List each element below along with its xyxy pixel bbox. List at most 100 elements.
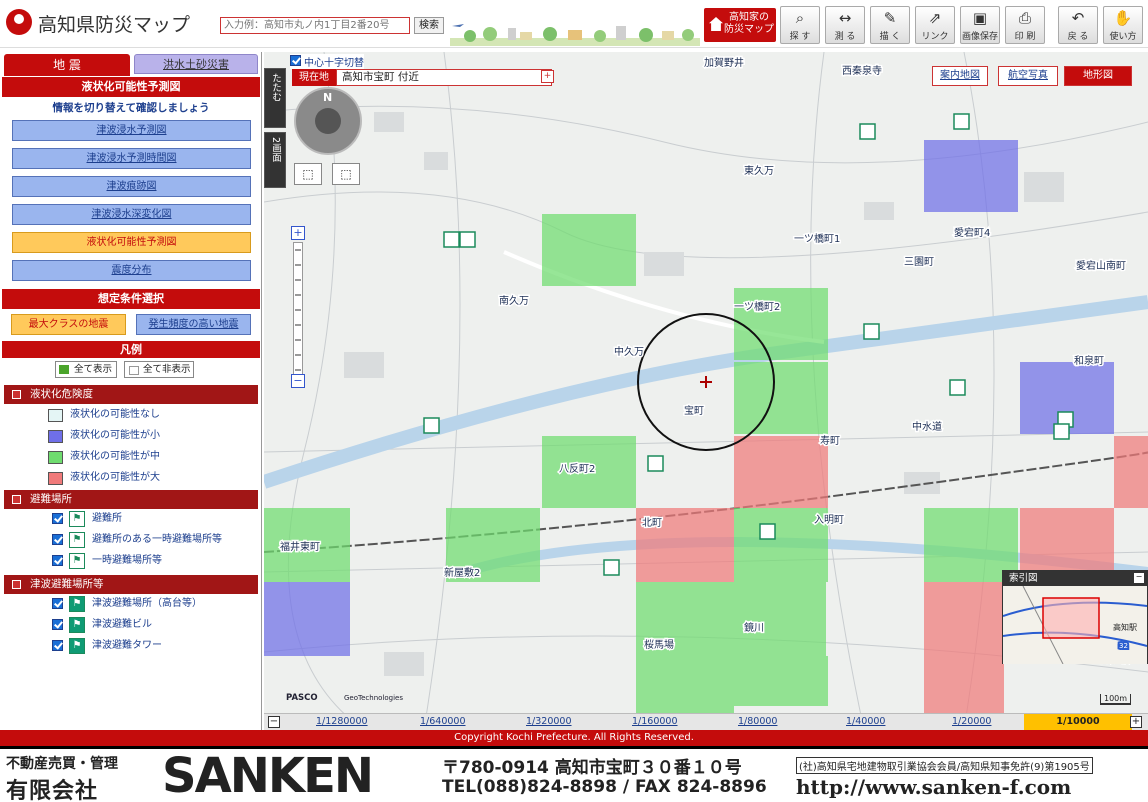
shelter-marker-icon[interactable]: [647, 455, 664, 472]
shelter-marker-icon[interactable]: [1053, 423, 1070, 440]
split-view-tab[interactable]: 2画面: [264, 132, 286, 188]
map-viewport[interactable]: 加賀野井 西秦泉寺 東久万 一ツ橋町1 三園町 愛宕町4 愛宕山南町 南久万 一ツ橋町2 中久万宝…: [264, 52, 1148, 730]
shelter-marker-icon[interactable]: [443, 231, 460, 248]
checkbox[interactable]: [52, 513, 63, 524]
tool-draw-button[interactable]: ✎ 描 く: [870, 6, 910, 44]
legend-item: ⚑ 避難所のある一時避難場所等: [52, 531, 222, 549]
tool-link-button[interactable]: ⇗ リンク: [915, 6, 955, 44]
hide-all-label: 全て非表示: [143, 364, 191, 375]
shelter-icon: ⚑: [69, 532, 85, 548]
map-type-2[interactable]: 航空写真: [998, 66, 1058, 86]
scale-level[interactable]: 1/1280000: [316, 716, 368, 727]
menu-item[interactable]: 津波痕跡図: [12, 176, 251, 197]
scale-level[interactable]: 1/160000: [632, 716, 678, 727]
map-type-1[interactable]: 案内地図: [932, 66, 988, 86]
zoom-out-button[interactable]: −: [291, 374, 305, 388]
liquefaction-cell-low: [924, 140, 1018, 212]
shelter-marker-icon[interactable]: [759, 523, 776, 540]
tool-label: 使い方: [1109, 32, 1137, 42]
menu-item[interactable]: 震度分布: [12, 260, 251, 281]
place-label: 三園町: [904, 256, 934, 268]
legend-label: 液状化の可能性が大: [70, 472, 160, 483]
legend-category-liquefaction[interactable]: 液状化危険度: [4, 385, 258, 404]
search-icon: ⌕: [795, 9, 805, 27]
scale-plus-button[interactable]: +: [1130, 716, 1142, 728]
legend-category-shelter[interactable]: 避難場所: [4, 490, 258, 509]
place-label: 西秦泉寺: [842, 64, 882, 77]
box-zoom-in-icon[interactable]: ⬚: [294, 163, 322, 185]
address-search-input[interactable]: [220, 17, 410, 34]
checkbox[interactable]: [52, 555, 63, 566]
tab-earthquake[interactable]: 地 震: [4, 54, 130, 76]
shelter-marker-icon[interactable]: [603, 559, 620, 576]
index-map[interactable]: 索引図 − 高知駅 32: [1002, 570, 1148, 664]
tool-search-button[interactable]: ⌕ 探 す: [780, 6, 820, 44]
shelter-marker-icon[interactable]: [953, 113, 970, 130]
scale-minus-button[interactable]: −: [268, 716, 280, 728]
frequent-quake-button[interactable]: 発生頻度の高い地震: [136, 314, 251, 335]
menu-item[interactable]: 津波浸水予測図: [12, 120, 251, 141]
shelter-marker-icon[interactable]: [949, 379, 966, 396]
scale-active[interactable]: 1/10000: [1024, 714, 1132, 730]
fold-panel-tab[interactable]: たたむ: [264, 68, 286, 128]
tool-save-image-button[interactable]: ▣ 画像保存: [960, 6, 1000, 44]
place-label: 南久万: [499, 294, 529, 307]
legend-swatch: [48, 430, 63, 443]
legend-category-tsunami-shelter[interactable]: 津波避難場所等: [4, 575, 258, 594]
footer-url[interactable]: http://www.sanken-f.com: [796, 775, 1071, 799]
index-map-canvas[interactable]: 高知駅 32: [1003, 586, 1147, 664]
tool-print-button[interactable]: ⎙ 印 刷: [1005, 6, 1045, 44]
center-cross-toggle[interactable]: 中心十字切替: [290, 54, 364, 69]
map-type-3[interactable]: 地形図: [1064, 66, 1132, 86]
shelter-marker-icon[interactable]: [423, 417, 440, 434]
index-map-title: 索引図: [1003, 571, 1147, 586]
tab-flood[interactable]: 洪水土砂災害: [134, 54, 258, 74]
menu-item[interactable]: 液状化可能性予測図: [12, 232, 251, 253]
scale-level[interactable]: 1/20000: [952, 716, 991, 727]
scale-level[interactable]: 1/40000: [846, 716, 885, 727]
place-label: 一ツ橋町2: [734, 300, 780, 313]
menu-item[interactable]: 津波浸水深変化図: [12, 204, 251, 225]
zoom-in-button[interactable]: +: [291, 226, 305, 240]
checkbox[interactable]: [52, 598, 63, 609]
minimize-icon[interactable]: −: [1134, 573, 1144, 583]
checkbox[interactable]: [52, 619, 63, 630]
footer-business: 不動産売買・管理: [6, 756, 118, 772]
tool-label: 測 る: [834, 32, 856, 42]
scale-level[interactable]: 1/80000: [738, 716, 777, 727]
legend-item: ⚑ 津波避難タワー: [52, 637, 162, 655]
tool-measure-button[interactable]: ↔ 測 る: [825, 6, 865, 44]
place-label: 中水道: [912, 420, 942, 433]
pan-control[interactable]: N: [294, 87, 362, 155]
zoom-tick: [295, 354, 301, 356]
max-class-quake-button[interactable]: 最大クラスの地震: [11, 314, 126, 335]
checkbox[interactable]: [52, 534, 63, 545]
legend-label: 液状化の可能性なし: [70, 409, 160, 420]
scale-level[interactable]: 1/320000: [526, 716, 572, 727]
show-all-button[interactable]: 全て表示: [55, 361, 117, 378]
pasco-attribution: PASCO: [286, 693, 318, 703]
legend-item: 液状化の可能性なし: [48, 406, 160, 424]
box-zoom-out-icon[interactable]: ⬚: [332, 163, 360, 185]
header-bar: 高知県防災マップ 検索 高知家の 防災マップ ⌕ 探 す ↔ 測 る ✎ 描 く ⇗ リンク ▣…: [0, 0, 1148, 48]
index-viewport-box[interactable]: [1042, 597, 1100, 639]
zoom-slider[interactable]: [293, 242, 303, 382]
shelter-icon: ⚑: [69, 596, 85, 612]
scale-level[interactable]: 1/640000: [420, 716, 466, 727]
hide-all-button[interactable]: 全て非表示: [124, 361, 194, 378]
sidebar: 地 震 洪水土砂災害 液状化可能性予測図 情報を切り替えて確認しましょう 津波浸…: [0, 52, 262, 730]
place-label: 中久万: [614, 345, 644, 358]
tool-help-button[interactable]: ✋ 使い方: [1103, 6, 1143, 44]
search-button[interactable]: 検索: [414, 17, 444, 34]
shelter-marker-icon[interactable]: [459, 231, 476, 248]
tool-back-button[interactable]: ↶ 戻 る: [1058, 6, 1098, 44]
locate-icon[interactable]: +: [541, 70, 554, 83]
checkbox[interactable]: [52, 640, 63, 651]
checkbox[interactable]: [290, 55, 301, 66]
shelter-marker-icon[interactable]: [859, 123, 876, 140]
legend-item: 液状化の可能性が中: [48, 448, 160, 466]
menu-item[interactable]: 津波浸水予測時間図: [12, 148, 251, 169]
shelter-marker-icon[interactable]: [863, 323, 880, 340]
kochi-home-button[interactable]: 高知家の 防災マップ: [704, 8, 776, 42]
place-label: 愛宕山南町: [1076, 259, 1126, 272]
